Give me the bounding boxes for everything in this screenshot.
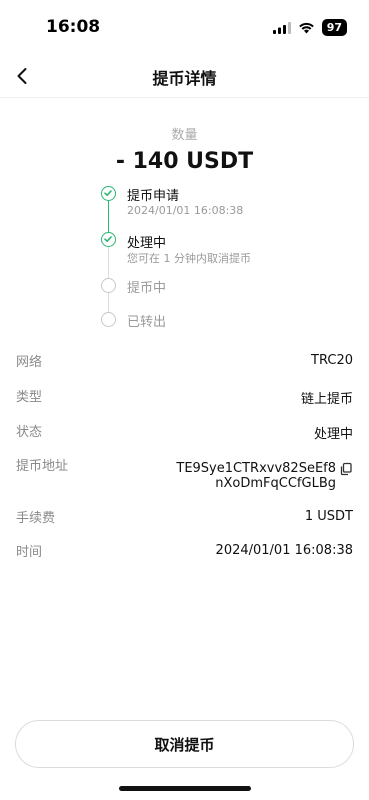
battery-indicator: 97: [321, 19, 347, 36]
step-title: 提币中: [127, 281, 167, 296]
step-pending-circle-icon: [101, 278, 116, 293]
home-indicator: [119, 786, 251, 791]
step-pending-circle-icon: [101, 312, 116, 327]
detail-label: 网络: [16, 355, 43, 370]
address-line: nXoDmFqCCfGLBg: [215, 476, 336, 491]
nav-bar: 提币详情: [0, 52, 369, 98]
detail-label: 提币地址: [16, 459, 69, 474]
amount-value: - 140 USDT: [115, 149, 254, 174]
detail-value: 链上提币: [300, 392, 353, 407]
detail-label: 类型: [16, 390, 43, 405]
detail-value: 1 USDT: [304, 509, 353, 524]
copy-icon[interactable]: [339, 462, 353, 476]
wifi-icon: [298, 22, 314, 33]
address-block: TE9Sye1CTRxvv82SeEf8 nXoDmFqCCfGLBg: [176, 461, 353, 491]
step-subtitle: 2024/01/01 16:08:38: [127, 204, 244, 217]
status-time: 16:08: [46, 17, 101, 37]
address-line: TE9Sye1CTRxvv82SeEf8: [176, 461, 336, 476]
page-title: 提币详情: [152, 69, 217, 88]
signal-icon: [272, 21, 291, 34]
cancel-withdraw-button[interactable]: 取消提币: [15, 720, 354, 768]
detail-label: 手续费: [16, 511, 56, 526]
withdraw-progress-timeline: 提币申请 2024/01/01 16:08:38 处理中 您可在 1 分钟内取消…: [100, 183, 350, 333]
step-title: 提币申请: [127, 189, 180, 204]
detail-value: 处理中: [313, 427, 353, 442]
step-title: 处理中: [127, 236, 167, 251]
step-subtitle: 您可在 1 分钟内取消提币: [127, 252, 251, 265]
status-icons: 97: [272, 19, 347, 36]
detail-value: 2024/01/01 16:08:38: [215, 543, 353, 558]
detail-label: 状态: [16, 425, 43, 440]
step-done-check-icon: [101, 232, 116, 247]
withdraw-address: TE9Sye1CTRxvv82SeEf8 nXoDmFqCCfGLBg: [176, 461, 336, 491]
step-done-check-icon: [101, 186, 116, 201]
detail-value: TRC20: [311, 353, 353, 368]
step-title: 已转出: [127, 315, 167, 330]
amount-label: 数量: [171, 128, 198, 143]
status-bar: 16:08 97: [0, 0, 369, 52]
detail-label: 时间: [16, 545, 43, 560]
